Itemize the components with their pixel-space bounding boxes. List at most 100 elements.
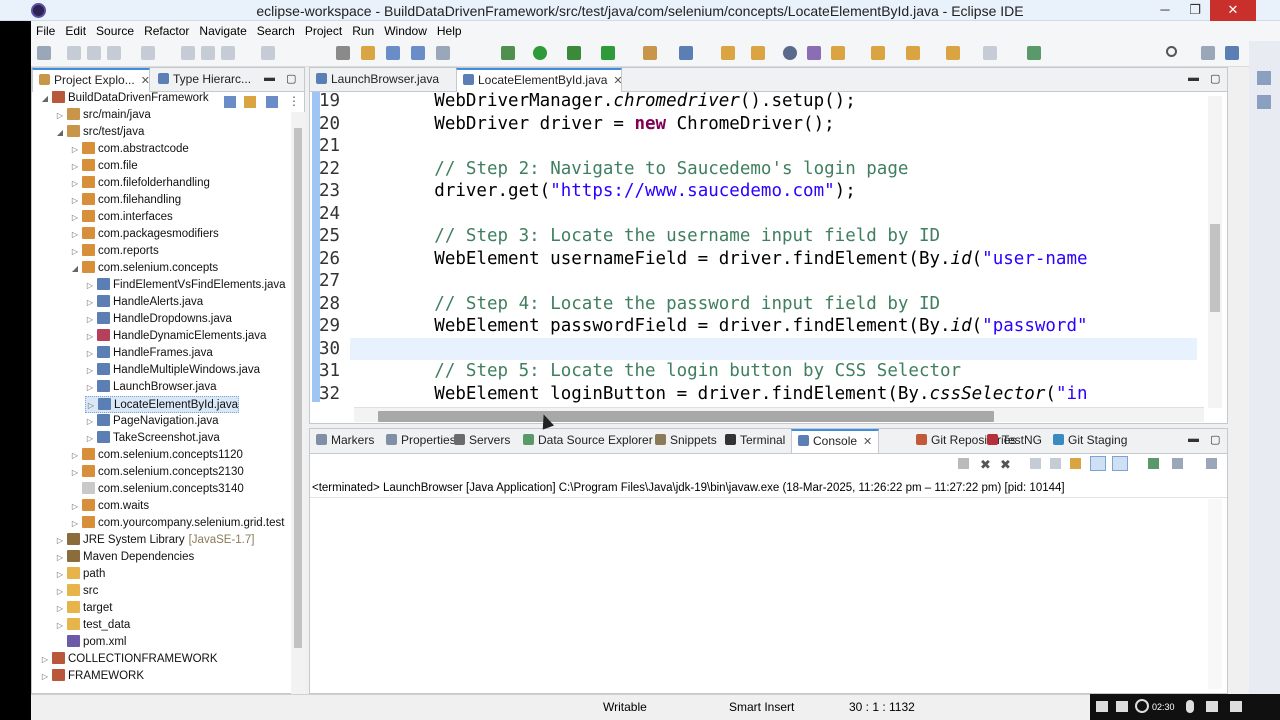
menu-run[interactable]: Run <box>347 21 379 41</box>
java-perspective-icon[interactable] <box>1225 46 1239 60</box>
save-all-icon[interactable] <box>87 46 101 60</box>
console-output-area[interactable] <box>310 497 1227 693</box>
tree-item[interactable]: com.selenium.concepts3140 <box>70 481 244 498</box>
tree-item[interactable]: ▷ test_data <box>55 617 130 634</box>
restore-view-icon[interactable] <box>1257 71 1271 85</box>
code-line[interactable]: 20 WebDriver driver = new ChromeDriver()… <box>319 113 1197 135</box>
code-line[interactable]: 29 WebElement passwordField = driver.fin… <box>319 315 1197 337</box>
open-perspective-icon[interactable] <box>1027 46 1041 60</box>
code-line[interactable]: 23 driver.get("https://www.saucedemo.com… <box>319 180 1197 202</box>
expand-toggle-icon[interactable]: ▷ <box>85 328 95 345</box>
last-edit-icon[interactable] <box>906 46 920 60</box>
scroll-lock-icon[interactable] <box>1050 458 1061 469</box>
tree-item[interactable]: ▷ com.filehandling <box>70 192 181 209</box>
menu-source[interactable]: Source <box>91 21 139 41</box>
expand-toggle-icon[interactable]: ▷ <box>70 226 80 243</box>
expand-toggle-icon[interactable]: ▷ <box>70 209 80 226</box>
perspective-icon[interactable] <box>1201 46 1215 60</box>
expand-toggle-icon[interactable]: ▷ <box>85 430 95 447</box>
tray-window-icon[interactable] <box>1206 701 1218 712</box>
open-console-icon[interactable] <box>1206 458 1217 469</box>
code-line[interactable]: 26 WebElement usernameField = driver.fin… <box>319 248 1197 270</box>
tab-git-staging[interactable]: Git Staging <box>1047 429 1127 453</box>
status-insert-mode[interactable]: Smart Insert <box>729 700 794 714</box>
remove-launch-icon[interactable]: ✖ <box>980 457 991 473</box>
expand-toggle-icon[interactable]: ▷ <box>85 413 95 430</box>
expand-toggle-icon[interactable]: ▷ <box>70 158 80 175</box>
word-wrap-icon[interactable] <box>1070 458 1081 469</box>
tree-item[interactable]: ▷ JRE System Library [JavaSE-1.7] <box>55 532 254 549</box>
tree-item[interactable]: ◢ src/test/java <box>55 124 144 141</box>
maximize-editor-icon[interactable]: ▢ <box>1210 72 1220 85</box>
expand-toggle-icon[interactable]: ▷ <box>55 532 65 549</box>
tab-project-explorer[interactable]: Project Explo... ✕ <box>32 68 150 92</box>
tree-item[interactable]: ▷ com.file <box>70 158 138 175</box>
tree-item[interactable]: ◢ BuildDataDrivenFramework <box>40 90 209 107</box>
terminate-icon[interactable] <box>221 46 235 60</box>
external-tools-icon[interactable] <box>601 46 615 60</box>
tree-item[interactable]: ▷ com.yourcompany.selenium.grid.test <box>70 515 284 532</box>
suspend-icon[interactable] <box>201 46 215 60</box>
toggle-highlight-icon[interactable] <box>386 46 400 60</box>
tab-console[interactable]: Console ✕ <box>791 429 880 453</box>
new-class-icon[interactable] <box>679 46 693 60</box>
tree-item[interactable]: ▷ com.selenium.concepts1120 <box>70 447 243 464</box>
menu-refactor[interactable]: Refactor <box>139 21 194 41</box>
close-button[interactable]: ✕ <box>1210 0 1256 21</box>
code-line[interactable]: 32 WebElement loginButton = driver.findE… <box>319 383 1197 405</box>
code-editor[interactable]: 19 WebDriverManager.chromedriver().setup… <box>319 92 1197 405</box>
expand-toggle-icon[interactable]: ▷ <box>40 651 50 668</box>
tree-item[interactable]: ▷ FindElementVsFindElements.java <box>85 277 286 294</box>
editor-hscroll-thumb[interactable] <box>378 411 994 422</box>
tree-item[interactable]: ▷ com.filefolderhandling <box>70 175 210 192</box>
print-icon[interactable] <box>107 46 121 60</box>
run-icon[interactable] <box>533 46 547 60</box>
outline-icon[interactable] <box>1257 95 1271 109</box>
tree-item[interactable]: ▷ com.interfaces <box>70 209 173 226</box>
terminate-icon[interactable] <box>958 458 969 469</box>
minimize-editor-icon[interactable]: ▬ <box>1188 72 1199 84</box>
menu-window[interactable]: Window <box>379 21 432 41</box>
expand-toggle-icon[interactable]: ◢ <box>40 90 50 107</box>
tree-item[interactable]: ▷ PageNavigation.java <box>85 413 219 430</box>
code-line[interactable]: 28 // Step 4: Locate the password input … <box>319 293 1197 315</box>
minimize-view-icon[interactable]: ▬ <box>264 72 275 84</box>
tree-item[interactable]: pom.xml <box>55 634 126 651</box>
tree-item[interactable]: ▷ HandleAlerts.java <box>85 294 203 311</box>
tab-properties[interactable]: Properties <box>380 429 456 453</box>
expand-toggle-icon[interactable]: ▷ <box>70 141 80 158</box>
tree-item[interactable]: ◢ com.selenium.concepts <box>70 260 218 277</box>
tab-snippets[interactable]: Snippets <box>649 429 717 453</box>
tree-item[interactable]: ▷ com.abstractcode <box>70 141 189 158</box>
tree-item[interactable]: ▷ path <box>55 566 105 583</box>
tree-item[interactable]: ▷ src/main/java <box>55 107 151 124</box>
save-icon[interactable] <box>67 46 81 60</box>
expand-toggle-icon[interactable]: ▷ <box>40 668 50 685</box>
editor-hscrollbar[interactable] <box>354 407 1204 422</box>
tab-launchbrowser[interactable]: LaunchBrowser.java <box>310 68 450 92</box>
menu-search[interactable]: Search <box>252 21 300 41</box>
expand-toggle-icon[interactable]: ▷ <box>55 617 65 634</box>
code-line[interactable]: 19 WebDriverManager.chromedriver().setup… <box>319 92 1197 112</box>
tree-scrollbar[interactable] <box>291 112 305 694</box>
mark-occurrences-icon[interactable] <box>361 46 375 60</box>
display-console-icon[interactable] <box>1172 458 1183 469</box>
clear-console-icon[interactable] <box>1030 458 1041 469</box>
collapse-all-icon[interactable] <box>224 96 236 108</box>
code-line[interactable]: 25 // Step 3: Locate the username input … <box>319 225 1197 247</box>
view-menu-icon[interactable]: ⋮ <box>288 94 300 108</box>
search-task-icon[interactable] <box>751 46 765 60</box>
code-line[interactable]: 24 <box>319 203 1197 225</box>
search-icon[interactable] <box>1166 46 1177 57</box>
expand-toggle-icon[interactable]: ▷ <box>85 311 95 328</box>
console-vscrollbar[interactable] <box>1208 499 1222 689</box>
expand-toggle-icon[interactable]: ▷ <box>86 397 96 414</box>
code-line[interactable]: 31 // Step 5: Locate the login button by… <box>319 360 1197 382</box>
next-annotation-icon[interactable] <box>831 46 845 60</box>
tab-data-source-explorer[interactable]: Data Source Explorer <box>517 429 653 453</box>
tree-item[interactable]: ▷ LaunchBrowser.java <box>85 379 217 396</box>
menu-navigate[interactable]: Navigate <box>194 21 251 41</box>
forward-icon[interactable] <box>983 46 997 60</box>
expand-toggle-icon[interactable]: ▷ <box>70 243 80 260</box>
new-java-project-icon[interactable] <box>643 46 657 60</box>
